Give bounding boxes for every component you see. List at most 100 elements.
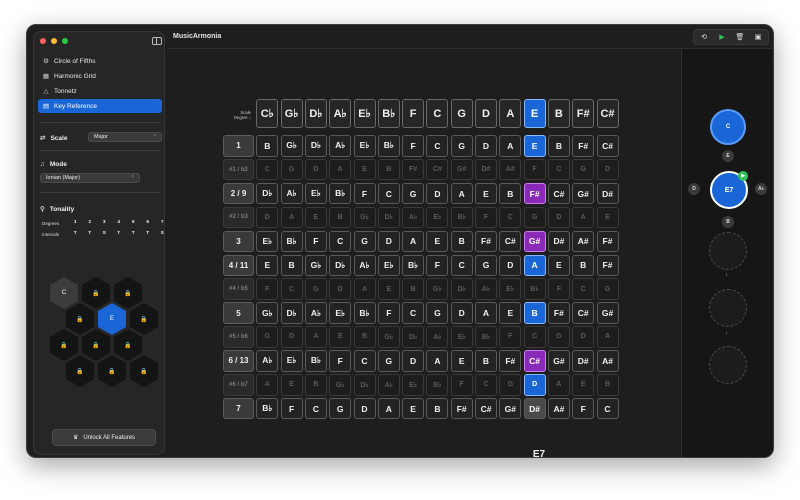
key-column-header[interactable]: A♭	[329, 99, 352, 128]
note-cell[interactable]: G	[596, 278, 619, 300]
neighbor-chord-ab[interactable]: A♭	[755, 183, 767, 195]
note-cell[interactable]: A	[475, 302, 497, 324]
key-column-header[interactable]: F	[402, 99, 425, 128]
sidebar-item-harmonic-grid[interactable]: ▦ Harmonic Grid	[38, 69, 162, 83]
note-cell[interactable]: C#	[547, 182, 570, 205]
hex-locked[interactable]: 🔒	[130, 303, 158, 335]
sidebar-item-circle-of-fifths[interactable]: ⚙ Circle of Fifths	[38, 54, 162, 68]
note-cell[interactable]: A	[280, 206, 303, 229]
note-cell[interactable]: E	[475, 182, 497, 205]
note-cell[interactable]: D#	[475, 158, 497, 181]
hex-locked[interactable]: 🔒	[130, 355, 158, 387]
note-cell[interactable]: D	[353, 397, 376, 420]
note-cell[interactable]: E	[329, 326, 352, 348]
note-cell[interactable]: D♭	[450, 278, 473, 300]
note-cell[interactable]: D#	[572, 350, 595, 372]
note-cell[interactable]: E	[499, 302, 522, 324]
note-cell[interactable]: F	[353, 182, 376, 205]
note-cell[interactable]: D♭	[353, 374, 376, 396]
note-cell[interactable]: B♭	[450, 206, 473, 229]
note-cell[interactable]: B♭	[280, 230, 303, 253]
note-cell[interactable]: B	[499, 182, 522, 205]
sidebar-item-tonnetz[interactable]: △ Tonnetz	[38, 84, 162, 98]
note-cell[interactable]: C#	[426, 158, 449, 181]
note-cell[interactable]: C	[596, 397, 619, 420]
note-cell[interactable]: D♭	[377, 206, 400, 229]
note-cell[interactable]: A	[547, 374, 570, 396]
empty-chord-slot[interactable]	[709, 346, 747, 384]
play-chord-icon[interactable]: ▶	[738, 171, 748, 181]
note-cell[interactable]: A♭	[353, 254, 376, 277]
loop-icon[interactable]: ⟲	[698, 33, 710, 41]
hex-locked[interactable]: 🔒	[114, 277, 142, 309]
note-cell[interactable]: B♭	[377, 135, 400, 157]
note-cell[interactable]: A♭	[377, 374, 400, 396]
note-cell[interactable]: A	[402, 230, 425, 253]
note-cell[interactable]: A	[329, 158, 352, 181]
note-cell[interactable]: B	[280, 254, 303, 277]
note-cell[interactable]: D	[402, 350, 425, 372]
note-cell[interactable]: A	[596, 326, 619, 348]
note-cell[interactable]: A#	[499, 158, 522, 181]
key-column-header[interactable]: B♭	[377, 99, 400, 128]
note-cell[interactable]: D	[499, 254, 522, 277]
empty-chord-slot[interactable]	[709, 232, 747, 270]
note-cell[interactable]: D#	[523, 397, 546, 420]
note-cell[interactable]: E	[426, 230, 449, 253]
note-cell[interactable]: B	[426, 397, 449, 420]
note-cell[interactable]: B♭	[523, 278, 546, 300]
note-cell[interactable]: F	[256, 278, 279, 300]
note-cell[interactable]: E♭	[499, 278, 522, 300]
hex-locked[interactable]: 🔒	[66, 303, 94, 335]
note-cell[interactable]: B	[547, 135, 570, 157]
minimize-window-button[interactable]	[51, 38, 57, 44]
note-cell[interactable]: G	[475, 254, 497, 277]
note-cell[interactable]: D	[304, 158, 327, 181]
empty-chord-slot[interactable]	[709, 289, 747, 327]
note-cell[interactable]: E	[547, 254, 570, 277]
note-cell[interactable]: G♭	[426, 278, 449, 300]
note-cell[interactable]: E	[256, 254, 279, 277]
hex-locked[interactable]: 🔒	[82, 277, 110, 309]
note-cell[interactable]: D#	[596, 182, 619, 205]
note-cell[interactable]: C	[377, 182, 400, 205]
note-cell[interactable]: F	[475, 206, 497, 229]
note-cell[interactable]: A♭	[475, 278, 497, 300]
hex-locked[interactable]: 🔒	[98, 355, 126, 387]
note-cell[interactable]: G	[353, 230, 376, 253]
note-cell[interactable]: A♭	[426, 326, 449, 348]
note-cell[interactable]: B	[402, 278, 425, 300]
note-cell[interactable]: E	[450, 350, 473, 372]
note-cell[interactable]: F	[499, 326, 522, 348]
note-cell[interactable]: G♭	[329, 374, 352, 396]
note-cell[interactable]: D♭	[280, 302, 303, 324]
note-cell[interactable]: F	[450, 374, 473, 396]
neighbor-chord-d[interactable]: D	[688, 183, 700, 195]
note-cell[interactable]: C#	[572, 302, 595, 324]
note-cell[interactable]: D	[547, 206, 570, 229]
neighbor-chord-e[interactable]: E	[722, 150, 734, 162]
key-column-header[interactable]: A	[499, 99, 522, 128]
note-cell[interactable]: C#	[499, 230, 522, 253]
note-cell[interactable]: C#	[596, 135, 619, 157]
trash-icon[interactable]: 🗑	[734, 33, 746, 41]
note-cell[interactable]: B	[596, 374, 619, 396]
note-cell[interactable]: D	[280, 326, 303, 348]
note-cell[interactable]: D♭	[256, 182, 279, 205]
note-cell[interactable]: F	[377, 302, 400, 324]
note-cell[interactable]: C	[304, 397, 327, 420]
note-cell[interactable]: E♭	[377, 254, 400, 277]
note-cell[interactable]: C	[426, 135, 449, 157]
note-cell[interactable]: E♭	[402, 374, 425, 396]
mode-select[interactable]: Ionian (Major) ⌃	[40, 173, 140, 183]
hex-key-e[interactable]: E	[98, 303, 126, 335]
note-cell[interactable]: C	[280, 278, 303, 300]
note-cell[interactable]: D	[572, 326, 595, 348]
note-cell[interactable]: A#	[572, 230, 595, 253]
note-cell[interactable]: B	[256, 135, 279, 157]
note-cell[interactable]: G	[377, 350, 400, 372]
note-cell[interactable]: F#	[499, 350, 522, 372]
note-cell[interactable]: C	[402, 302, 425, 324]
note-cell[interactable]: A♭	[402, 206, 425, 229]
note-cell[interactable]: G	[523, 206, 546, 229]
